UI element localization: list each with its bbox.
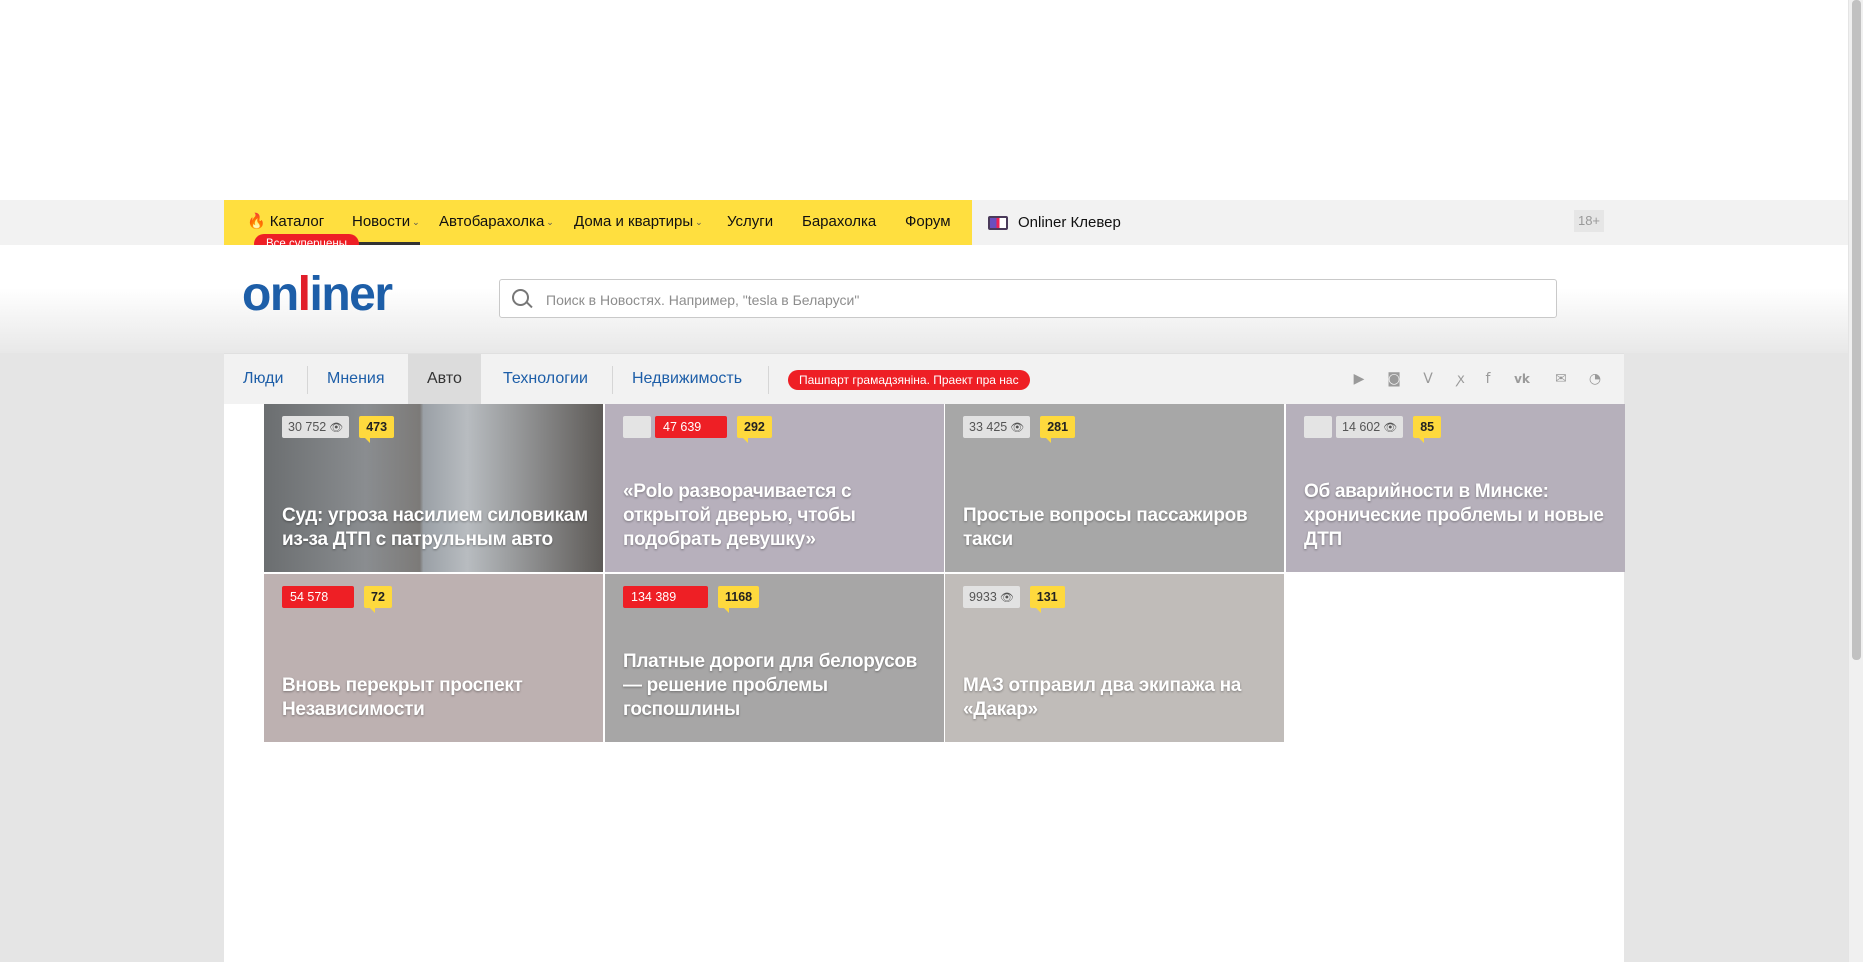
news-card[interactable]: 54 578 72 Вновь перекрыт проспект Независ… [264,574,603,742]
views-count: 9933 [969,590,997,604]
odnoklassniki-icon[interactable]: ꭗ [1452,370,1470,388]
nav-flea-market[interactable]: Барахолка [802,200,876,245]
eye-icon: 👁 [329,422,344,434]
news-title[interactable]: Вновь перекрыт проспект Независимости [282,674,589,722]
tab-divider [768,366,769,394]
age-rating-badge: 18+ [1574,210,1604,232]
eye-icon: 👁 [1383,422,1398,434]
passport-promo-badge[interactable]: Пашпарт грамадзяніна. Праект пра нас [788,370,1030,390]
eye-icon: 👁 [1010,422,1025,434]
chevron-down-icon: ⌄ [546,217,554,227]
scrollbar[interactable] [1848,0,1863,962]
news-stats: 54 578 72 [282,586,392,613]
twitter-icon[interactable]: ᐯ [1419,370,1437,388]
search-icon [512,289,529,306]
views-count: 30 752 [288,420,327,434]
nav-news[interactable]: Новости ⌄ [352,200,420,245]
onliner-clever-link[interactable]: Onliner Клевер [988,200,1121,245]
views-counter: 14 602 👁 [1336,416,1404,438]
news-stats: 9933 👁 131 [963,586,1065,613]
views-counter: 9933 👁 [963,586,1020,608]
instagram-icon[interactable]: ◙ [1385,370,1403,388]
tab-realty[interactable]: Недвижимость [613,354,761,404]
rss-icon[interactable]: ◔ [1586,370,1604,388]
news-title[interactable]: Платные дороги для белорусов — решение п… [623,650,930,722]
nav-forum[interactable]: Форум [905,200,951,245]
tab-technologies[interactable]: Технологии [484,354,607,404]
news-card[interactable]: 47 639 292 «Polo разворачивается с открыт… [605,404,944,572]
flame-icon: 🔥 [247,213,266,230]
nav-realty[interactable]: Дома и квартиры ⌄ [574,200,703,245]
views-counter: 47 639 [655,416,727,438]
views-counter: 134 389 [623,586,708,608]
news-title[interactable]: МАЗ отправил два экипажа на «Дакар» [963,674,1270,722]
news-card[interactable]: 14 602 👁 85 Об аварийности в Минске: хрони… [1286,404,1625,572]
ad-banner-space [0,0,1848,200]
search-input[interactable] [544,280,1538,319]
news-stats: 134 389 1168 [623,586,760,613]
clever-card-icon [988,216,1008,230]
nav-news-label: Новости [352,213,411,230]
news-card[interactable]: 30 752 👁 473 Суд: угроза насилием силовика… [264,404,603,572]
nav-catalog-label: Каталог [269,213,325,230]
eye-icon: 👁 [999,592,1014,604]
comments-counter[interactable]: 1168 [718,586,760,613]
onliner-logo[interactable]: onliner [242,266,393,324]
comments-counter[interactable]: 473 [359,416,395,443]
clever-label: Onliner Клевер [1018,214,1121,231]
news-title[interactable]: Суд: угроза насилием силовикам из-за ДТП… [282,504,589,552]
views-count: 14 602 [1342,420,1381,434]
vk-icon[interactable]: vk [1513,370,1531,388]
author-avatar [1304,416,1332,438]
news-card[interactable]: 134 389 1168 Платные дороги для белорусов… [605,574,944,742]
news-title[interactable]: Простые вопросы пассажиров такси [963,504,1270,552]
news-stats: 14 602 👁 85 [1304,416,1442,443]
comments-counter[interactable]: 281 [1040,416,1076,443]
logo-part: iner [309,268,393,321]
views-counter: 30 752 👁 [282,416,350,438]
news-stats: 33 425 👁 281 [963,416,1076,443]
nav-services[interactable]: Услуги [727,200,773,245]
views-count: 33 425 [969,420,1008,434]
news-title[interactable]: Об аварийности в Минске: хронические про… [1304,480,1611,552]
nav-auto-market-label: Автобарахолка [439,213,545,230]
views-counter: 54 578 [282,586,354,608]
tab-people[interactable]: Люди [224,354,302,404]
tab-auto[interactable]: Авто [408,354,481,404]
youtube-icon[interactable]: ▶ [1350,370,1368,388]
author-avatar [623,416,651,438]
news-stats: 47 639 292 [623,416,772,443]
search-box[interactable] [499,279,1557,319]
news-stats: 30 752 👁 473 [282,416,395,443]
comments-counter[interactable]: 131 [1029,586,1065,613]
tab-opinions[interactable]: Мнения [308,354,404,404]
news-card[interactable]: 33 425 👁 281 Простые вопросы пассажиров та… [945,404,1284,572]
chevron-down-icon: ⌄ [695,217,703,227]
facebook-icon[interactable]: f [1479,370,1497,388]
chevron-down-icon: ⌄ [412,217,420,227]
news-card[interactable]: 9933 👁 131 МАЗ отправил два экипажа на «Да… [945,574,1284,742]
logo-part-accent: l [297,268,311,321]
comments-counter[interactable]: 85 [1413,416,1442,443]
mail-icon[interactable]: ✉ [1552,370,1570,388]
news-title[interactable]: «Polo разворачивается с открытой дверью,… [623,480,930,552]
comments-counter[interactable]: 72 [364,586,392,613]
comments-counter[interactable]: 292 [737,416,772,443]
logo-part: on [242,268,299,321]
nav-auto-market[interactable]: Автобарахолка ⌄ [439,200,554,245]
views-counter: 33 425 👁 [963,416,1031,438]
nav-realty-label: Дома и квартиры [574,213,694,230]
scrollbar-thumb[interactable] [1852,0,1861,660]
